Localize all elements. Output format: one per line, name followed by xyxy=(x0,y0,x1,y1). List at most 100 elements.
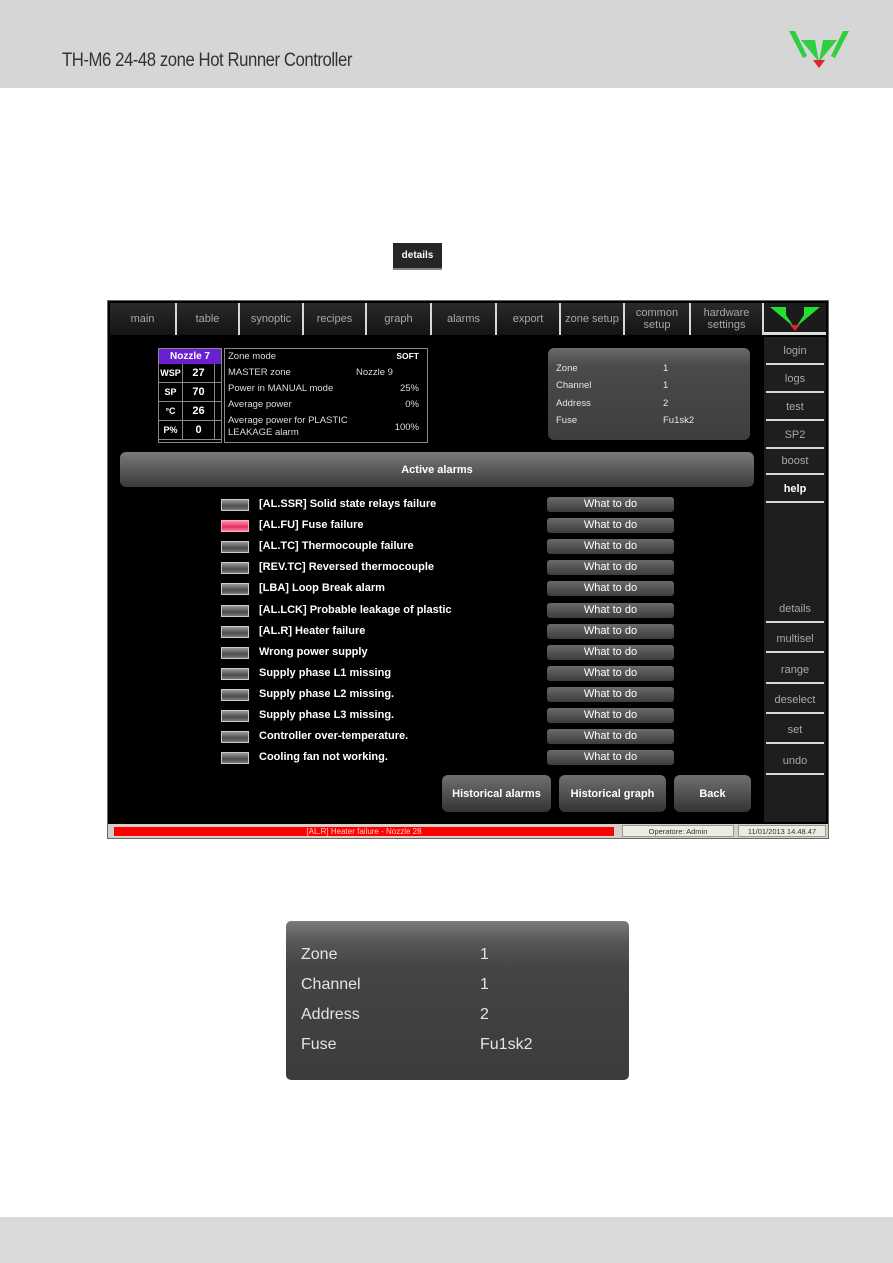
controller-screen: main table synoptic recipes graph alarms… xyxy=(107,300,829,839)
alarm-text: [REV.TC] Reversed thermocouple xyxy=(259,561,435,574)
zone-value: 27 xyxy=(183,364,215,382)
alarm-text: Controller over-temperature. xyxy=(259,730,409,743)
side-button-test[interactable]: test xyxy=(766,395,824,421)
tab-hardware-settings[interactable]: hardware settings xyxy=(691,303,764,335)
alarm-text: Wrong power supply xyxy=(259,645,368,658)
zoomed-channel-value: 1 xyxy=(480,976,489,993)
what-to-do-button[interactable]: What to do xyxy=(547,623,674,639)
side-button-multisel[interactable]: multisel xyxy=(766,627,824,653)
status-datetime: 11/01/2013 14.48.47 xyxy=(738,825,826,837)
historical-alarms-button[interactable]: Historical alarms xyxy=(442,775,551,812)
alarm-text: [AL.R] Heater failure xyxy=(259,624,366,637)
alarm-text: Supply phase L1 missing xyxy=(259,666,392,679)
zoomed-info-channel: Channel 1 xyxy=(301,976,489,994)
zone-mode-label: Zone mode xyxy=(228,351,277,362)
tab-common-setup[interactable]: common setup xyxy=(625,303,691,335)
tab-table[interactable]: table xyxy=(177,303,240,335)
alarm-led-icon xyxy=(221,583,249,596)
info-address-label: Address xyxy=(556,398,591,409)
info-fuse-value: Fu1sk2 xyxy=(663,415,695,426)
alarm-led-icon xyxy=(221,562,249,575)
alarm-led-icon xyxy=(221,604,249,617)
zone-card[interactable]: Nozzle 7 WSP 27 SP 70 °C 26 P% 0 xyxy=(158,348,222,443)
alarm-row: [AL.R] Heater failure What to do xyxy=(221,623,681,640)
what-to-do-button[interactable]: What to do xyxy=(547,560,674,576)
alarm-text: [AL.SSR] Solid state relays failure xyxy=(259,498,437,510)
average-power-value: 0% xyxy=(405,399,419,410)
zone-row-power: P% 0 xyxy=(159,421,221,440)
zoomed-zone-value: 1 xyxy=(480,946,489,963)
hardware-info-panel: Zone 1 Channel 1 Address 2 Fuse Fu1sk2 xyxy=(548,348,750,440)
info-zone: Zone 1 xyxy=(556,363,668,374)
tab-zone-setup[interactable]: zone setup xyxy=(561,303,625,335)
zoomed-address-value: 2 xyxy=(480,1006,489,1023)
page-header: TH-M6 24-48 zone Hot Runner Controller xyxy=(0,0,893,88)
zone-value: 0 xyxy=(183,421,215,439)
info-address: Address 2 xyxy=(556,398,668,409)
brand-logo-icon xyxy=(789,31,849,68)
info-channel-value: 1 xyxy=(663,380,669,391)
alarm-led-icon xyxy=(221,646,249,659)
what-to-do-button[interactable]: What to do xyxy=(547,581,674,597)
side-button-logs[interactable]: logs xyxy=(766,367,824,393)
alarm-row: Supply phase L2 missing. What to do xyxy=(221,686,681,703)
zone-value: 26 xyxy=(183,402,215,420)
zone-row-wsp: WSP 27 xyxy=(159,364,221,383)
side-button-sp2[interactable]: SP2 xyxy=(766,423,824,449)
top-navigation: main table synoptic recipes graph alarms… xyxy=(110,303,764,335)
zone-value: 70 xyxy=(183,383,215,401)
side-button-undo[interactable]: undo xyxy=(766,749,824,775)
side-button-login[interactable]: login xyxy=(766,339,824,365)
alarm-row: [REV.TC] Reversed thermocouple What to do xyxy=(221,560,681,576)
side-button-range[interactable]: range xyxy=(766,658,824,684)
zoomed-address-label: Address xyxy=(301,1006,360,1023)
what-to-do-button[interactable]: What to do xyxy=(547,729,674,745)
what-to-do-button[interactable]: What to do xyxy=(547,539,674,555)
alarm-led-icon xyxy=(221,625,249,638)
average-power-label: Average power xyxy=(228,399,292,410)
manual-power-value: 25% xyxy=(399,383,419,394)
status-bar: [AL.R] Heater failure - Nozzle 28 Operat… xyxy=(108,824,828,838)
tab-main[interactable]: main xyxy=(110,303,177,335)
zone-row-temperature: °C 26 xyxy=(159,402,221,421)
what-to-do-button[interactable]: What to do xyxy=(547,602,674,618)
tab-synoptic[interactable]: synoptic xyxy=(240,303,304,335)
what-to-do-button[interactable]: What to do xyxy=(547,750,674,766)
document-title: TH-M6 24-48 zone Hot Runner Controller xyxy=(62,50,352,71)
leakage-power-label-2: LEAKAGE alarm xyxy=(228,427,299,438)
side-button-boost[interactable]: boost xyxy=(766,449,824,475)
side-button-set[interactable]: set xyxy=(766,718,824,744)
zoomed-fuse-value: Fu1sk2 xyxy=(480,1036,533,1053)
tab-export[interactable]: export xyxy=(497,303,561,335)
zone-mode-value: SOFT xyxy=(396,351,419,361)
page-footer xyxy=(0,1217,893,1263)
alarm-text: Cooling fan not working. xyxy=(259,751,388,764)
side-button-help[interactable]: help xyxy=(766,477,824,503)
alarm-led-icon xyxy=(221,667,249,680)
status-alarm-message[interactable]: [AL.R] Heater failure - Nozzle 28 xyxy=(114,827,614,836)
back-button[interactable]: Back xyxy=(674,775,751,812)
what-to-do-button[interactable]: What to do xyxy=(547,708,674,723)
info-channel-label: Channel xyxy=(556,380,592,391)
zone-key: SP xyxy=(159,383,183,401)
tab-graph[interactable]: graph xyxy=(367,303,432,335)
what-to-do-button[interactable]: What to do xyxy=(547,518,674,534)
alarm-row: Cooling fan not working. What to do xyxy=(221,750,681,766)
historical-graph-button[interactable]: Historical graph xyxy=(559,775,666,812)
leakage-power-label-1: Average power for PLASTIC xyxy=(228,415,348,426)
alarm-row: [AL.SSR] Solid state relays failure What … xyxy=(221,497,681,513)
what-to-do-button[interactable]: What to do xyxy=(547,686,674,702)
master-zone-value: Nozzle 9 xyxy=(356,367,393,378)
zone-settings-table: Zone mode SOFT MASTER zone Nozzle 9 Powe… xyxy=(224,348,428,443)
what-to-do-button[interactable]: What to do xyxy=(547,665,674,681)
what-to-do-button[interactable]: What to do xyxy=(547,497,674,512)
tab-recipes[interactable]: recipes xyxy=(304,303,367,335)
alarm-row: [AL.FU] Fuse failure What to do xyxy=(221,518,681,534)
what-to-do-button[interactable]: What to do xyxy=(547,644,674,660)
alarm-led-icon xyxy=(221,541,249,554)
tab-alarms[interactable]: alarms xyxy=(432,303,497,335)
alarm-row: Supply phase L3 missing. What to do xyxy=(221,708,681,724)
side-button-deselect[interactable]: deselect xyxy=(766,688,824,714)
alarm-text: [LBA] Loop Break alarm xyxy=(259,582,385,595)
side-button-details[interactable]: details xyxy=(766,597,824,623)
